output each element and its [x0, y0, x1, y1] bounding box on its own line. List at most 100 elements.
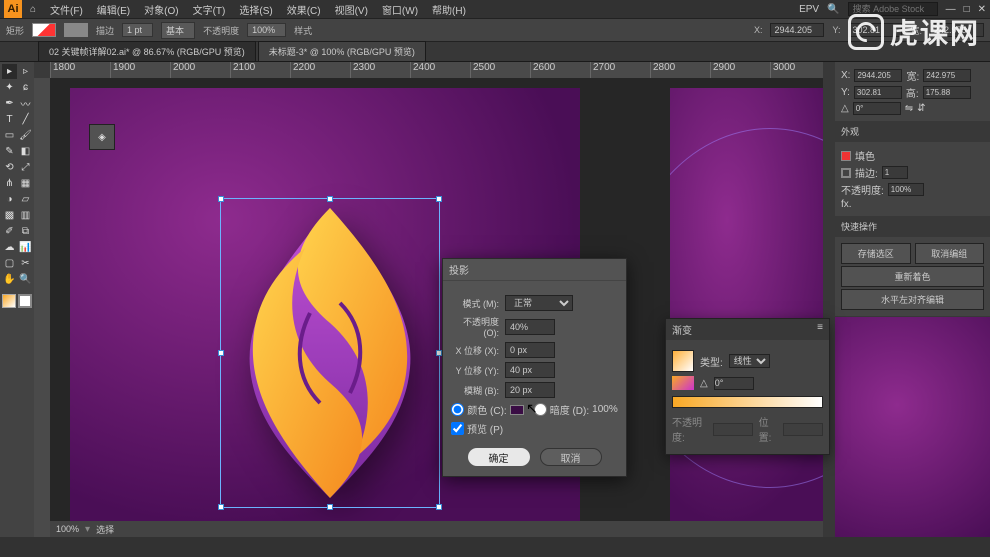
shaper-tool[interactable]: ✎: [2, 144, 17, 159]
dopacity-field[interactable]: [505, 319, 555, 335]
panel-menu-icon[interactable]: ≡: [817, 322, 823, 337]
zoom-level[interactable]: 100%: [50, 524, 85, 534]
gradient-type[interactable]: 线性: [729, 354, 770, 368]
home-icon[interactable]: ⌂: [24, 0, 42, 18]
tangle[interactable]: [853, 102, 901, 115]
stroke-w[interactable]: [882, 166, 908, 179]
menu-object[interactable]: 对象(O): [138, 0, 184, 19]
symbol-tool[interactable]: ☁: [2, 240, 17, 255]
width-tool[interactable]: ⋔: [2, 176, 17, 191]
color-swatch[interactable]: [510, 405, 524, 415]
flip-h-icon[interactable]: ⇋: [905, 103, 913, 114]
menu-file[interactable]: 文件(F): [44, 0, 89, 19]
btn-ungroup[interactable]: 取消编组: [915, 243, 985, 264]
stop-location[interactable]: [783, 423, 823, 436]
gradient-tool[interactable]: ▥: [18, 208, 33, 223]
line-tool[interactable]: ╱: [18, 112, 33, 127]
stroke-swatch[interactable]: [64, 23, 88, 37]
blur-field[interactable]: [505, 382, 555, 398]
direct-selection-tool[interactable]: ▹: [18, 64, 33, 79]
menu-window[interactable]: 窗口(W): [376, 0, 424, 19]
quick-actions-tab[interactable]: 快速操作: [835, 217, 990, 236]
magic-wand-tool[interactable]: ✦: [2, 80, 17, 95]
th[interactable]: [923, 86, 971, 99]
brush-style[interactable]: 基本: [161, 22, 195, 39]
ty[interactable]: [854, 86, 902, 99]
selection-bounds[interactable]: [220, 198, 440, 508]
lasso-tool[interactable]: ɕ: [18, 80, 33, 95]
btn-recolor[interactable]: 重新着色: [841, 266, 984, 287]
handle-br[interactable]: [436, 504, 442, 510]
tab-doc1[interactable]: 02 关键帧详解02.ai* @ 86.67% (RGB/GPU 预览): [38, 41, 256, 61]
panel-dock[interactable]: [823, 62, 835, 537]
btn-align[interactable]: 水平左对齐编辑: [841, 289, 984, 310]
handle-bm[interactable]: [327, 504, 333, 510]
rotate-tool[interactable]: ⟲: [2, 160, 17, 175]
ok-button[interactable]: 确定: [468, 448, 530, 466]
search-icon[interactable]: 🔍: [827, 4, 839, 15]
preview-checkbox[interactable]: 预览 (P): [451, 421, 503, 436]
workspace-switcher[interactable]: EPV: [799, 4, 819, 15]
eraser-tool[interactable]: ◧: [18, 144, 33, 159]
xoff-field[interactable]: [505, 342, 555, 358]
graph-tool[interactable]: 📊: [18, 240, 33, 255]
fill-swatch[interactable]: [32, 23, 56, 37]
type-tool[interactable]: T: [2, 112, 17, 127]
handle-bl[interactable]: [218, 504, 224, 510]
zoom-tool[interactable]: 🔍: [18, 272, 33, 287]
gradient-preview[interactable]: [672, 350, 694, 372]
menu-type[interactable]: 文字(T): [187, 0, 232, 19]
eyedropper-tool[interactable]: ✐: [2, 224, 17, 239]
yoff-field[interactable]: [505, 362, 555, 378]
blend-tool[interactable]: ⧉: [18, 224, 33, 239]
selection-tool[interactable]: ▸: [2, 64, 17, 79]
slice-tool[interactable]: ✂: [18, 256, 33, 271]
handle-tm[interactable]: [327, 196, 333, 202]
handle-tr[interactable]: [436, 196, 442, 202]
stroke-weight[interactable]: 1 pt: [122, 23, 153, 37]
menu-help[interactable]: 帮助(H): [426, 0, 472, 19]
artboard-tool[interactable]: ▢: [2, 256, 17, 271]
x-field[interactable]: [770, 23, 824, 37]
mesh-tool[interactable]: ▩: [2, 208, 17, 223]
stroke-grad-icon[interactable]: [672, 376, 694, 390]
tx[interactable]: [854, 69, 902, 82]
gradient-tab[interactable]: 渐变: [672, 322, 692, 337]
shape-builder-tool[interactable]: ◑: [2, 192, 17, 207]
perspective-tool[interactable]: ▱: [18, 192, 33, 207]
tab-doc2[interactable]: 未标题-3* @ 100% (RGB/GPU 预览): [258, 41, 426, 61]
darkness-radio[interactable]: 暗度 (D):100%: [534, 402, 618, 417]
fx-label[interactable]: fx.: [841, 199, 852, 210]
appearance-tab[interactable]: 外观: [835, 122, 990, 141]
curvature-tool[interactable]: 〰: [18, 96, 33, 111]
hand-tool[interactable]: ✋: [2, 272, 17, 287]
handle-tl[interactable]: [218, 196, 224, 202]
stroke-color[interactable]: [18, 294, 32, 308]
ap-opacity[interactable]: [888, 183, 924, 196]
fill-color[interactable]: [2, 294, 16, 308]
rectangle-tool[interactable]: ▭: [2, 128, 17, 143]
flip-v-icon[interactable]: ⇵: [917, 103, 925, 114]
brush-tool[interactable]: 🖌: [18, 128, 33, 143]
handle-ml[interactable]: [218, 350, 224, 356]
gradient-ramp[interactable]: [672, 396, 823, 408]
cancel-button[interactable]: 取消: [540, 448, 602, 466]
pen-tool[interactable]: ✒: [2, 96, 17, 111]
scale-tool[interactable]: ⤢: [18, 160, 33, 175]
opacity-value[interactable]: 100%: [247, 23, 286, 37]
free-transform-tool[interactable]: ▦: [18, 176, 33, 191]
tw[interactable]: [923, 69, 971, 82]
mode-select[interactable]: 正常: [505, 295, 573, 311]
menu-effect[interactable]: 效果(C): [281, 0, 327, 19]
menu-select[interactable]: 选择(S): [233, 0, 278, 19]
menu-view[interactable]: 视图(V): [329, 0, 374, 19]
btn-save-sel[interactable]: 存储选区: [841, 243, 911, 264]
stop-opacity[interactable]: [713, 423, 753, 436]
navigator-preview[interactable]: [835, 317, 990, 537]
3d-widget-icon[interactable]: ◈: [89, 124, 115, 150]
color-radio[interactable]: 颜色 (C):: [451, 402, 523, 417]
menu-edit[interactable]: 编辑(E): [91, 0, 136, 19]
stroke-chip[interactable]: [841, 168, 851, 178]
fill-chip[interactable]: [841, 151, 851, 161]
gradient-angle[interactable]: [714, 377, 754, 390]
